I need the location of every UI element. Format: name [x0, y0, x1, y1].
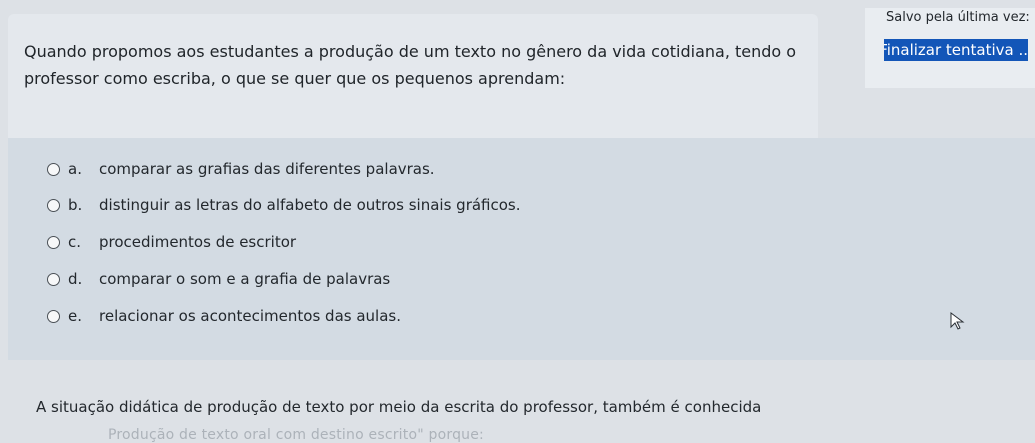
radio-button-icon[interactable] — [47, 272, 60, 286]
option-letter: e. — [68, 307, 82, 325]
faded-question-line: Produção de texto oral com destino escri… — [108, 427, 484, 443]
option-text: distinguir as letras do alfabeto de outr… — [99, 196, 521, 214]
radio-button-icon[interactable] — [47, 235, 60, 249]
answer-option-c[interactable]: c. procedimentos de escritor — [47, 230, 296, 254]
saved-status: Salvo pela última vez: 13 — [886, 10, 1035, 25]
option-letter: b. — [68, 196, 83, 214]
option-letter: a. — [68, 160, 82, 178]
option-text: comparar o som e a grafia de palavras — [99, 270, 391, 288]
radio-button-icon[interactable] — [47, 162, 60, 176]
option-text: procedimentos de escritor — [99, 233, 297, 251]
option-letter: c. — [68, 233, 82, 251]
question-text: Quando propomos aos estudantes a produçã… — [24, 42, 797, 88]
answer-option-d[interactable]: d. comparar o som e a grafia de palavras — [47, 267, 390, 291]
option-text: comparar as grafias das diferentes palav… — [99, 160, 435, 178]
radio-button-icon[interactable] — [47, 309, 60, 323]
answer-option-b[interactable]: b. distinguir as letras do alfabeto de o… — [47, 193, 521, 217]
answer-option-e[interactable]: e. relacionar os acontecimentos das aula… — [47, 304, 401, 328]
option-letter: d. — [68, 270, 83, 288]
mouse-pointer-icon — [950, 312, 965, 330]
finish-attempt-button[interactable]: Finalizar tentativa ... — [884, 39, 1028, 61]
option-text: relacionar os acontecimentos das aulas. — [99, 307, 401, 325]
next-question-text: A situação didática de produção de texto… — [36, 398, 762, 416]
radio-button-icon[interactable] — [47, 198, 60, 212]
answer-option-a[interactable]: a. comparar as grafias das diferentes pa… — [47, 157, 435, 181]
